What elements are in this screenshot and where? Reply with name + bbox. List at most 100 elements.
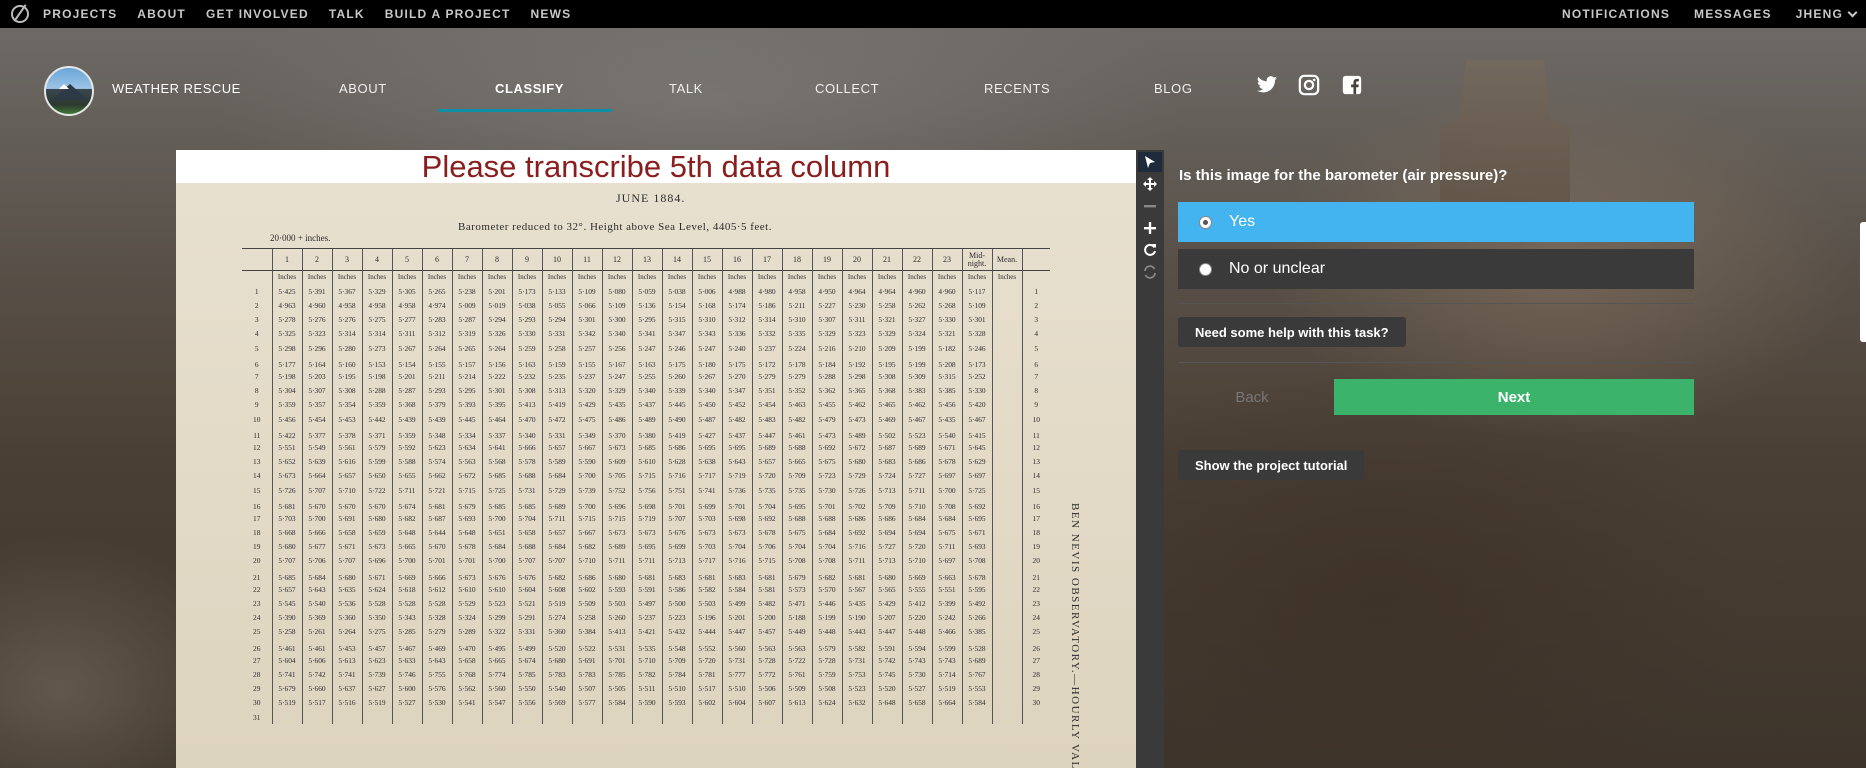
table-row: 29 5·679 5·660 5·637 5·627 5·600 5·576 5·562 5·5… xyxy=(242,681,1050,696)
project-nav-classify[interactable]: CLASSIFY xyxy=(495,81,564,96)
reading-cell: 5·334 xyxy=(451,426,482,441)
tutorial-button[interactable]: Show the project tutorial xyxy=(1178,450,1365,480)
reading-cell: 5·604 xyxy=(721,695,752,711)
reading-cell: 5·711 xyxy=(631,554,662,569)
project-nav-blog[interactable]: BLOG xyxy=(1154,81,1193,96)
scanned-logbook-page[interactable]: JUNE 1884. Barometer reduced to 32°. Hei… xyxy=(176,183,1136,768)
reading-cell: 5·208 xyxy=(931,355,962,370)
reading-cell: 5·643 xyxy=(301,582,332,597)
reading-cell: 5·658 xyxy=(901,695,932,711)
reading-cell: 5·209 xyxy=(871,341,902,356)
reading-cell: 5·563 xyxy=(751,639,782,654)
reading-cell: 5·177 xyxy=(271,355,302,370)
topnav-talk[interactable]: TALK xyxy=(329,7,365,21)
help-button[interactable]: Need some help with this task? xyxy=(1178,317,1406,347)
day-number: 6 xyxy=(1021,355,1050,370)
reading-cell: 5·447 xyxy=(871,625,902,640)
day-number: 11 xyxy=(1021,426,1050,441)
reading-cell: 5·781 xyxy=(691,667,722,682)
reading-cell xyxy=(511,710,542,725)
reading-cell: 5·230 xyxy=(841,298,872,313)
reading-cell: 5·707 xyxy=(661,511,692,526)
reading-cell: 5·708 xyxy=(781,554,812,569)
facebook-icon[interactable] xyxy=(1341,74,1363,96)
reading-cell: 5·681 xyxy=(421,497,452,512)
answer-no-or-unclear[interactable]: No or unclear xyxy=(1178,249,1694,289)
pointer-icon[interactable] xyxy=(1138,152,1162,172)
reading-cell: 5·743 xyxy=(901,653,932,668)
project-nav-collect[interactable]: COLLECT xyxy=(815,81,879,96)
project-avatar[interactable] xyxy=(44,66,94,116)
reading-cell: 5·697 xyxy=(961,468,992,484)
zoom-in-icon[interactable] xyxy=(1138,218,1162,238)
twitter-icon[interactable] xyxy=(1256,74,1278,96)
topnav-about[interactable]: ABOUT xyxy=(137,7,186,21)
topnav-news[interactable]: NEWS xyxy=(531,7,572,21)
table-row: 27 5·604 5·606 5·613 5·623 5·633 5·643 5·658 5·6… xyxy=(242,653,1050,668)
reading-cell xyxy=(481,710,512,725)
reading-cell: 5·457 xyxy=(751,625,782,640)
project-title[interactable]: WEATHER RESCUE xyxy=(112,81,241,96)
reading-cell: 5·648 xyxy=(391,525,422,540)
reading-cell xyxy=(961,710,992,725)
reading-cell: 5·618 xyxy=(391,582,422,597)
next-button[interactable]: Next xyxy=(1334,379,1694,415)
messages-link[interactable]: MESSAGES xyxy=(1694,7,1772,21)
instagram-icon[interactable] xyxy=(1298,74,1320,96)
reading-cell: 5·584 xyxy=(601,695,632,711)
reading-cell: 5·528 xyxy=(361,596,392,611)
reading-cell: 5·157 xyxy=(451,355,482,370)
reading-cell: 5·673 xyxy=(631,525,662,540)
subject-viewer[interactable]: Please transcribe 5th data column JUNE 1… xyxy=(176,150,1136,768)
reading-cell: 5·461 xyxy=(301,639,332,654)
reading-cell: 5·689 xyxy=(541,497,572,512)
reading-cell: 5·283 xyxy=(421,312,452,328)
reading-cell: 5·664 xyxy=(931,695,962,711)
reading-cell: 5·680 xyxy=(541,653,572,668)
topnav-build-a-project[interactable]: BUILD A PROJECT xyxy=(385,7,511,21)
reading-cell: 5·701 xyxy=(721,497,752,512)
reading-cell: 5·109 xyxy=(601,298,632,313)
reading-cell: 5·735 xyxy=(751,483,782,498)
reading-cell: 5·563 xyxy=(451,454,482,469)
reading-cell: 5·711 xyxy=(841,554,872,569)
topnav-get-involved[interactable]: GET INVOLVED xyxy=(206,7,309,21)
reset-icon[interactable] xyxy=(1138,262,1162,282)
topnav-projects[interactable]: PROJECTS xyxy=(43,7,117,21)
reading-cell: 5·719 xyxy=(721,468,752,484)
table-row: 16 5·681 5·670 5·670 5·670 5·674 5·681 5·679 5·6… xyxy=(242,497,1050,512)
feedback-edge-tab[interactable] xyxy=(1860,222,1866,342)
unit-cell: Inches xyxy=(931,270,962,285)
project-nav-talk[interactable]: TALK xyxy=(669,81,703,96)
reading-cell: 5·701 xyxy=(661,497,692,512)
day-number: 18 xyxy=(253,528,261,538)
project-nav-recents[interactable]: RECENTS xyxy=(984,81,1050,96)
back-button[interactable]: Back xyxy=(1178,379,1326,415)
reading-cell: 5·349 xyxy=(571,426,602,441)
reading-cell: 4·988 xyxy=(721,284,752,299)
notifications-link[interactable]: NOTIFICATIONS xyxy=(1562,7,1670,21)
reading-cell: 5·265 xyxy=(451,341,482,356)
reading-cell: 5·425 xyxy=(271,284,302,299)
reading-cell: 5·413 xyxy=(511,398,542,413)
reading-cell: 5·456 xyxy=(931,398,962,413)
reading-cell: 5·563 xyxy=(781,639,812,654)
reading-cell: 5·309 xyxy=(901,369,932,384)
reading-cell: 5·741 xyxy=(331,667,362,682)
reading-cell: 5·340 xyxy=(691,383,722,398)
rotate-icon[interactable] xyxy=(1138,240,1162,260)
move-icon[interactable] xyxy=(1138,174,1162,194)
reading-cell: 5·465 xyxy=(871,398,902,413)
answer-yes[interactable]: Yes xyxy=(1178,202,1694,242)
reading-cell: 5·665 xyxy=(391,539,422,555)
zoom-out-icon[interactable] xyxy=(1138,196,1162,216)
reading-cell: 5·055 xyxy=(541,298,572,313)
scan-subtitle: Barometer reduced to 32°. Height above S… xyxy=(458,221,772,233)
zooniverse-logo-icon[interactable] xyxy=(11,5,29,23)
reading-cell: 5·285 xyxy=(391,625,422,640)
reading-cell: 5·703 xyxy=(691,511,722,526)
table-row: 12 5·551 5·549 5·561 5·579 5·592 5·623 5·634 5·6… xyxy=(242,440,1050,455)
project-nav-about[interactable]: ABOUT xyxy=(339,81,387,96)
reading-cell xyxy=(991,596,1022,611)
user-menu[interactable]: JHENG xyxy=(1796,7,1858,21)
